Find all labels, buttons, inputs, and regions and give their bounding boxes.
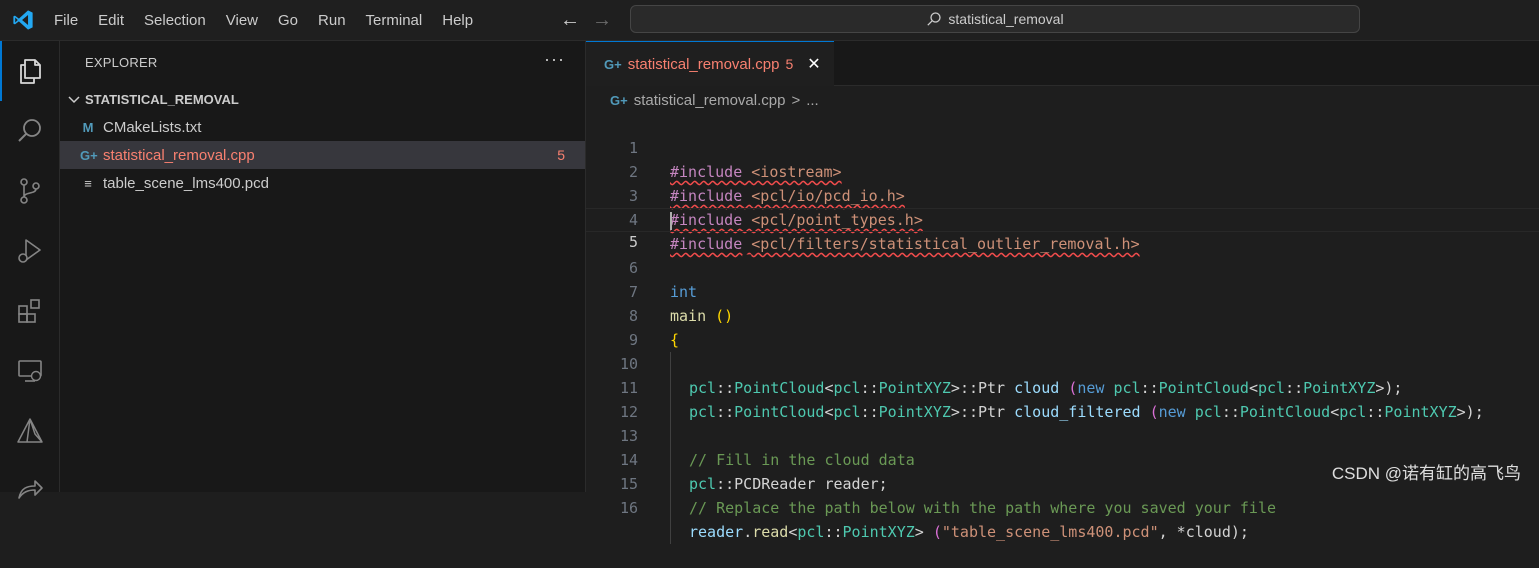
folder-name: STATISTICAL_REMOVAL bbox=[85, 91, 239, 107]
breadcrumb: G+ statistical_removal.cpp > ... bbox=[586, 88, 819, 112]
back-arrow-icon[interactable]: ← bbox=[560, 8, 580, 32]
code-token: reader bbox=[689, 523, 744, 541]
breadcrumb-file[interactable]: statistical_removal.cpp bbox=[634, 92, 786, 109]
line-number: 16 bbox=[619, 499, 638, 517]
menu-selection[interactable]: Selection bbox=[134, 0, 216, 41]
file-name: statistical_removal.cpp bbox=[103, 146, 255, 164]
cpp-file-icon: G+ bbox=[610, 92, 628, 108]
code-line: 4 #include <pcl/filters/statistical_outl… bbox=[586, 184, 1539, 253]
file-item-cmakelists[interactable]: M CMakeLists.txt bbox=[60, 113, 585, 141]
code-line: 3 #include <pcl/point_types.h> bbox=[586, 160, 1539, 229]
code-line: 11 bbox=[586, 352, 1539, 424]
editor-tabs: G+ statistical_removal.cpp 5 ✕ bbox=[586, 41, 1539, 86]
extensions-icon[interactable] bbox=[0, 281, 60, 341]
code-line: 7 main () bbox=[586, 256, 1539, 325]
indent-guide bbox=[670, 496, 671, 520]
tab-statistical-removal-cpp[interactable]: G+ statistical_removal.cpp 5 ✕ bbox=[586, 41, 834, 86]
source-control-icon[interactable] bbox=[0, 161, 60, 221]
live-share-icon[interactable] bbox=[0, 461, 60, 521]
watermark-text: CSDN @诺有缸的高飞鸟 bbox=[1331, 464, 1521, 483]
code-line: 12 // Fill in the cloud data bbox=[586, 376, 1539, 469]
activity-bar bbox=[0, 41, 60, 499]
run-debug-icon[interactable] bbox=[0, 221, 60, 281]
menu-run[interactable]: Run bbox=[308, 0, 356, 41]
explorer-icon[interactable] bbox=[0, 41, 60, 101]
menu-terminal[interactable]: Terminal bbox=[356, 0, 433, 41]
code-line: 2 #include <pcl/io/pcd_io.h> bbox=[586, 136, 1539, 205]
tab-problem-badge: 5 bbox=[785, 56, 794, 72]
menu-help[interactable]: Help bbox=[432, 0, 483, 41]
code-token: , *cloud); bbox=[1158, 523, 1249, 541]
menu-view[interactable]: View bbox=[216, 0, 268, 41]
indent-guide bbox=[670, 520, 671, 544]
code-line: 13 pcl::PCDReader reader; bbox=[586, 400, 1539, 493]
file-name: CMakeLists.txt bbox=[103, 118, 202, 136]
code-token: read bbox=[752, 523, 789, 541]
command-center-search[interactable]: statistical_removal bbox=[630, 5, 1360, 33]
file-name: table_scene_lms400.pcd bbox=[103, 174, 269, 192]
text-file-icon: ≡ bbox=[84, 175, 92, 191]
markdown-file-icon: M bbox=[82, 119, 94, 135]
breadcrumb-symbol[interactable]: ... bbox=[806, 92, 819, 109]
vscode-logo-icon[interactable] bbox=[12, 9, 34, 31]
title-bar: File Edit Selection View Go Run Terminal… bbox=[0, 0, 1539, 41]
code-line: 8 { bbox=[586, 280, 1539, 349]
code-line: 10 pcl::PointCloud<pcl::PointXYZ>::Ptr c… bbox=[586, 328, 1539, 421]
cmake-icon[interactable] bbox=[0, 401, 60, 461]
code-line: 6 int bbox=[586, 232, 1539, 301]
search-icon bbox=[927, 12, 942, 26]
remote-explorer-icon[interactable] bbox=[0, 341, 60, 401]
file-item-statistical-removal-cpp[interactable]: G+ statistical_removal.cpp 5 bbox=[60, 141, 585, 169]
nav-arrows: ← → bbox=[560, 8, 612, 32]
code-editor[interactable]: 1 #include <iostream> 2 #include <pcl/io… bbox=[586, 112, 1539, 544]
explorer-title: EXPLORER bbox=[85, 55, 158, 70]
text-cursor bbox=[670, 212, 672, 230]
code-line: 1 #include <iostream> bbox=[586, 112, 1539, 181]
code-line-current: 5 bbox=[586, 208, 1539, 251]
cpp-file-icon: G+ bbox=[80, 147, 98, 163]
folder-root[interactable]: STATISTICAL_REMOVAL bbox=[60, 88, 585, 110]
close-icon[interactable]: ✕ bbox=[807, 54, 820, 74]
forward-arrow-icon[interactable]: → bbox=[592, 8, 612, 32]
code-token: < bbox=[788, 523, 798, 541]
code-line: 14 // Replace the path below with the pa… bbox=[586, 424, 1539, 517]
explorer-panel: EXPLORER ··· STATISTICAL_REMOVAL M CMake… bbox=[60, 41, 586, 492]
menu-go[interactable]: Go bbox=[268, 0, 308, 41]
menu-edit[interactable]: Edit bbox=[88, 0, 134, 41]
tab-label: statistical_removal.cpp bbox=[627, 55, 780, 73]
cpp-file-icon: G+ bbox=[604, 56, 622, 72]
chevron-down-icon bbox=[68, 96, 80, 104]
more-actions-icon[interactable]: ··· bbox=[544, 49, 565, 70]
breadcrumb-separator: > bbox=[791, 91, 801, 109]
search-icon[interactable] bbox=[0, 101, 60, 161]
command-center-text: statistical_removal bbox=[948, 11, 1064, 27]
menu-file[interactable]: File bbox=[44, 0, 88, 41]
code-line: 9 pcl::PointCloud<pcl::PointXYZ>::Ptr cl… bbox=[586, 304, 1539, 397]
problem-count-badge: 5 bbox=[557, 147, 565, 163]
code-token: > bbox=[914, 523, 924, 541]
file-item-table-scene-pcd[interactable]: ≡ table_scene_lms400.pcd bbox=[60, 169, 585, 197]
code-comment: // Replace the path below with the path … bbox=[689, 499, 1276, 517]
code-token: "table_scene_lms400.pcd" bbox=[941, 523, 1159, 541]
code-token: PointXYZ bbox=[842, 523, 915, 541]
code-token: :: bbox=[824, 523, 843, 541]
code-token: pcl bbox=[797, 523, 825, 541]
